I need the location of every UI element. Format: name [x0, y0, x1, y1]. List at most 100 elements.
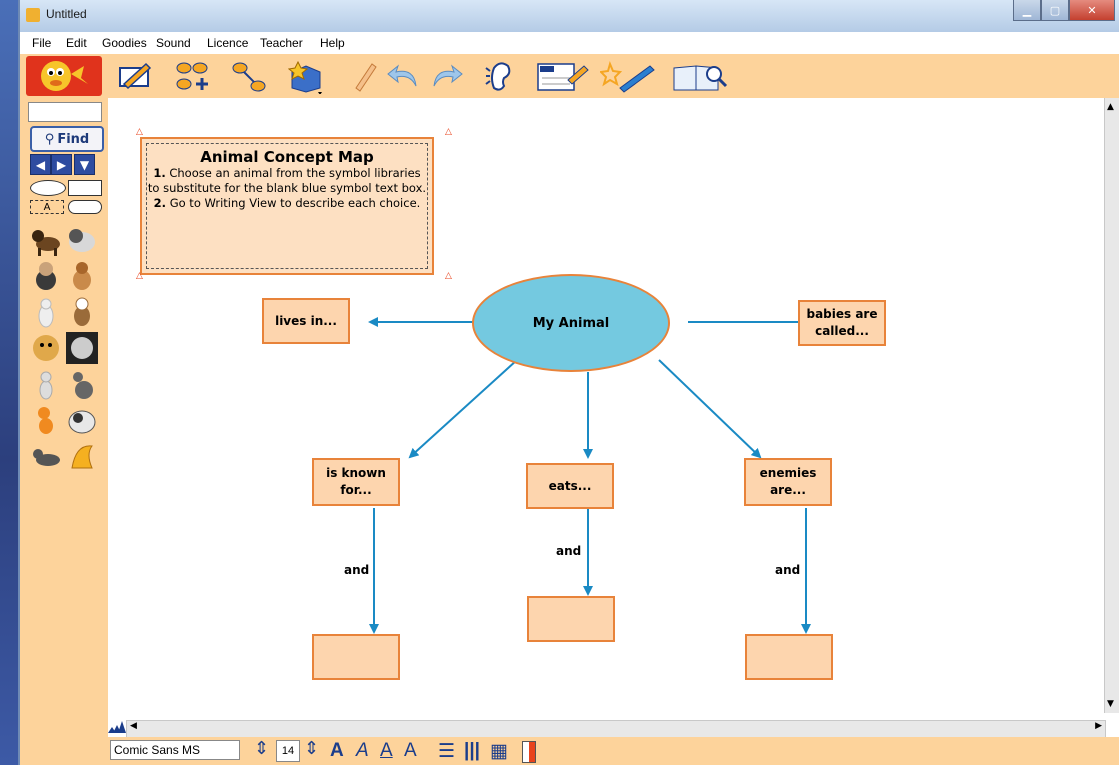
bold-icon[interactable]: A: [330, 740, 344, 762]
previous-library-button[interactable]: ◀: [30, 154, 51, 175]
step-2-number: 2.: [153, 196, 167, 210]
cat-symbol-4[interactable]: [30, 404, 62, 436]
find-button[interactable]: ⚲ Find: [30, 126, 104, 152]
node-babies[interactable]: babies are called...: [798, 300, 886, 346]
resize-handle-top-right[interactable]: △: [445, 128, 453, 137]
step-2-text: Go to Writing View to describe each choi…: [169, 196, 421, 210]
title-bar: Untitled ▁ ▢ ✕: [20, 0, 1119, 32]
node-known-for-label: is known for...: [326, 466, 386, 497]
cat-symbol-1[interactable]: [66, 332, 98, 364]
toolbar: [20, 54, 1119, 98]
node-known-for[interactable]: is known for...: [312, 458, 400, 506]
center-node-my-animal[interactable]: My Animal: [472, 274, 670, 372]
dog-symbol-7[interactable]: [30, 332, 62, 364]
menu-teacher[interactable]: Teacher: [260, 36, 303, 50]
menu-goodies[interactable]: Goodies: [102, 36, 147, 50]
kidspiration-logo[interactable]: [26, 56, 102, 96]
menu-licence[interactable]: Licence: [207, 36, 248, 50]
scroll-up-arrow[interactable]: ▲: [1107, 102, 1114, 112]
undo-icon[interactable]: [386, 58, 422, 94]
link-to-enemies[interactable]: [658, 359, 762, 459]
vertical-scrollbar[interactable]: ▲ ▼: [1104, 98, 1119, 713]
text-size-stepper-icon[interactable]: ⇕: [304, 738, 319, 759]
dog-symbol-4[interactable]: [66, 260, 98, 292]
symbol-search-field[interactable]: [28, 102, 102, 122]
node-blank-2[interactable]: [527, 596, 615, 642]
menu-sound[interactable]: Sound: [156, 36, 191, 50]
close-button[interactable]: ✕: [1069, 0, 1115, 21]
dog-symbol-1[interactable]: [30, 224, 62, 256]
magic-wand-icon[interactable]: [598, 58, 656, 94]
italic-icon[interactable]: A: [356, 740, 369, 762]
link-label-and-1[interactable]: and: [342, 563, 372, 577]
goodies-box-icon[interactable]: [287, 58, 324, 95]
dog-symbol-6[interactable]: [66, 296, 98, 328]
fill-color-swatch[interactable]: [522, 741, 536, 763]
zoom-triangles-icon[interactable]: [108, 719, 126, 733]
rounded-shape-tool[interactable]: [68, 200, 102, 214]
edit-pencil-icon[interactable]: [116, 58, 152, 94]
underline-icon[interactable]: A: [380, 740, 393, 762]
symbol-frame-icon[interactable]: ▦: [490, 740, 508, 763]
resize-handle-top-left[interactable]: △: [136, 128, 144, 137]
cat-symbol-3[interactable]: [66, 368, 98, 400]
link-to-known-for[interactable]: [408, 359, 518, 459]
app-icon: [26, 8, 40, 22]
dog-symbol-5[interactable]: [30, 296, 62, 328]
font-size-field[interactable]: 14: [276, 740, 300, 762]
book-magnifier-icon[interactable]: [670, 58, 730, 94]
cat-symbol-6[interactable]: [30, 440, 62, 472]
menu-file[interactable]: File: [32, 36, 51, 50]
node-eats-label: eats...: [548, 478, 592, 493]
minimize-button[interactable]: ▁: [1013, 0, 1041, 21]
node-enemies[interactable]: enemies are...: [744, 458, 832, 506]
node-blank-1[interactable]: [312, 634, 400, 680]
text-shape-tool[interactable]: A: [30, 200, 64, 214]
dog-symbol-2[interactable]: [66, 224, 98, 256]
dog-symbol-3[interactable]: [30, 260, 62, 292]
resize-handle-bottom-right[interactable]: △: [445, 272, 453, 281]
rectangle-shape-tool[interactable]: [68, 180, 102, 196]
link-label-and-2[interactable]: and: [554, 544, 584, 558]
scroll-left-arrow[interactable]: ◀: [130, 721, 137, 731]
node-lives-in-label: lives in...: [275, 313, 337, 328]
menu-help[interactable]: Help: [320, 36, 345, 50]
ear-icon[interactable]: [482, 58, 518, 94]
font-family-select[interactable]: Comic Sans MS: [110, 740, 240, 760]
redo-icon[interactable]: [428, 58, 464, 94]
link-icon[interactable]: [230, 58, 266, 94]
cat-symbol-2[interactable]: [30, 368, 62, 400]
scroll-down-arrow[interactable]: ▼: [1107, 699, 1114, 709]
center-node-label: My Animal: [532, 315, 610, 331]
maximize-button[interactable]: ▢: [1041, 0, 1069, 21]
menu-edit[interactable]: Edit: [66, 36, 87, 50]
symbol-panel: ⚲ Find ◀ ▶ ▼ A: [20, 98, 108, 765]
columns-icon[interactable]: |||: [464, 740, 480, 762]
oval-shape-tool[interactable]: [30, 180, 66, 196]
library-menu-button[interactable]: ▼: [74, 154, 95, 175]
scroll-right-arrow[interactable]: ▶: [1095, 721, 1102, 731]
node-eats[interactable]: eats...: [526, 463, 614, 509]
step-1-text: Choose an animal from the symbol librari…: [147, 166, 427, 195]
node-babies-label: babies are called...: [806, 307, 878, 338]
cat-symbol-7[interactable]: [66, 440, 98, 472]
cat-symbol-5[interactable]: [66, 404, 98, 436]
align-icon[interactable]: ☰: [438, 740, 455, 763]
find-button-label: Find: [57, 131, 90, 147]
node-lives-in[interactable]: lives in...: [262, 298, 350, 344]
link-label-and-3[interactable]: and: [773, 563, 803, 577]
horizontal-scroll-area: ◀ ▶: [108, 713, 1119, 738]
instruction-step-2: 2. Go to Writing View to describe each c…: [147, 196, 427, 211]
node-blank-3[interactable]: [745, 634, 833, 680]
horizontal-scrollbar[interactable]: ◀ ▶: [126, 720, 1106, 738]
map-icon[interactable]: [174, 58, 210, 94]
window-title: Untitled: [46, 7, 87, 21]
step-1-number: 1.: [153, 166, 166, 180]
font-size-stepper-icon[interactable]: ⇕: [254, 738, 269, 759]
name-card-icon[interactable]: [534, 58, 590, 94]
instruction-note[interactable]: Animal Concept Map 1. Choose an animal f…: [140, 137, 434, 275]
next-library-button[interactable]: ▶: [51, 154, 72, 175]
crayon-icon[interactable]: [346, 58, 382, 94]
text-color-icon[interactable]: A: [404, 740, 417, 762]
resize-handle-bottom-left[interactable]: △: [136, 272, 144, 281]
